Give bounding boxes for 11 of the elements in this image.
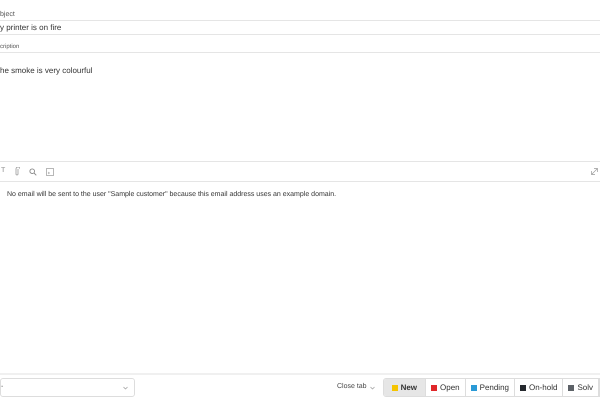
- state-button[interactable]: New: [384, 379, 426, 396]
- terminal-icon[interactable]: [46, 168, 54, 176]
- chevron-down-icon: [370, 386, 375, 390]
- expand-icon[interactable]: [591, 168, 598, 175]
- subject-text: y printer is on fire: [0, 22, 62, 34]
- paperclip-icon[interactable]: [14, 167, 20, 176]
- subject-field[interactable]: y printer is on fire: [0, 20, 600, 35]
- search-icon[interactable]: [29, 168, 38, 176]
- chevron-down-icon: [123, 386, 128, 390]
- description-field[interactable]: he smoke is very colourful: [0, 52, 600, 162]
- description-text: he smoke is very colourful: [0, 66, 92, 75]
